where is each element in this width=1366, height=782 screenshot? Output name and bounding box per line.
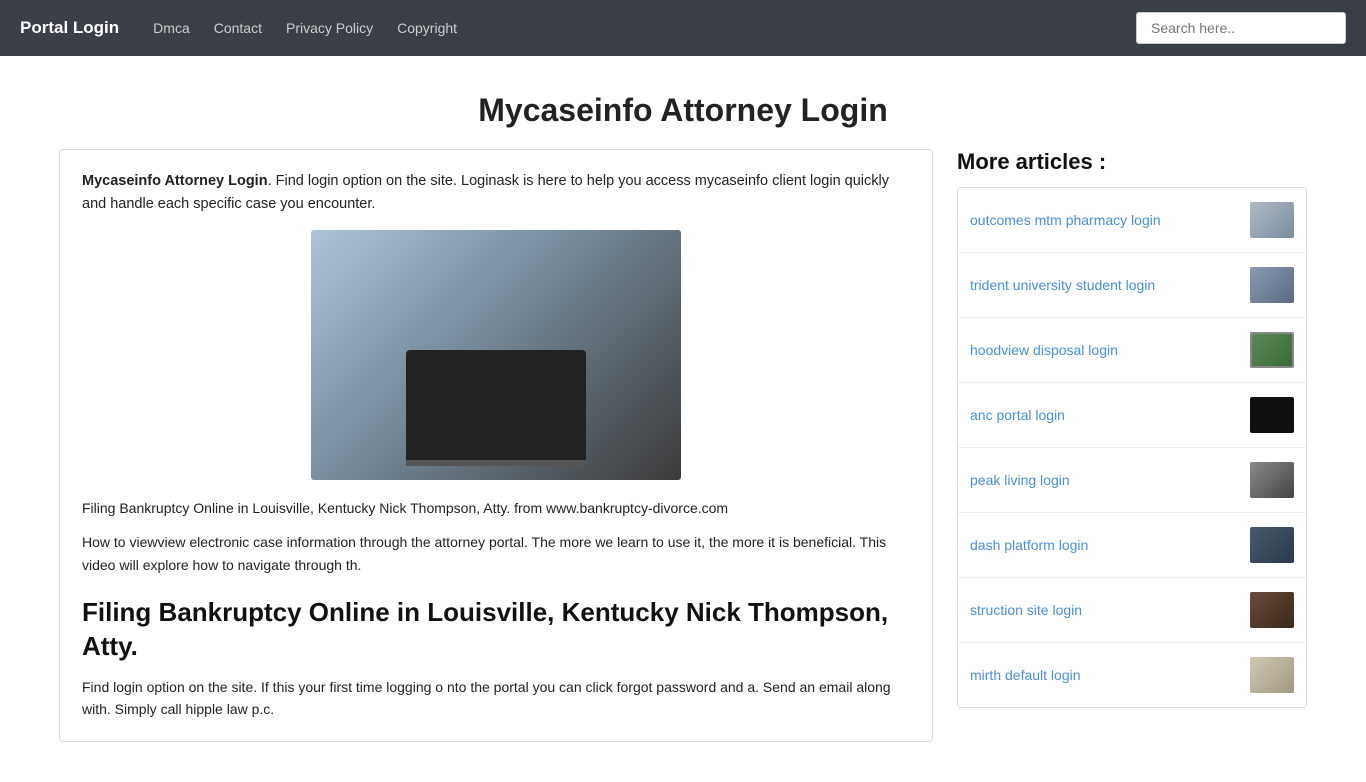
article-item: hoodview disposal login [958,318,1306,383]
article-item: struction site login [958,578,1306,643]
search-input[interactable] [1136,12,1346,44]
article-thumb-1 [1250,267,1294,303]
article-item: mirth default login [958,643,1306,707]
article-item: peak living login [958,448,1306,513]
article-thumb-2 [1250,332,1294,368]
article-item: outcomes mtm pharmacy login [958,188,1306,253]
article-item: trident university student login [958,253,1306,318]
more-articles-title: More articles : [957,149,1307,175]
article-link-4[interactable]: peak living login [970,472,1240,488]
article-link-5[interactable]: dash platform login [970,537,1240,553]
sidebar: More articles : outcomes mtm pharmacy lo… [957,149,1307,742]
article-thumb-3 [1250,397,1294,433]
article-list: outcomes mtm pharmacy login trident unive… [957,187,1307,708]
article-item: dash platform login [958,513,1306,578]
intro-paragraph: Mycaseinfo Attorney Login. Find login op… [82,170,910,216]
article-link-3[interactable]: anc portal login [970,407,1240,423]
section-body: Find login option on the site. If this y… [82,676,910,721]
article-link-0[interactable]: outcomes mtm pharmacy login [970,212,1240,228]
nav-link-privacy[interactable]: Privacy Policy [286,20,373,36]
article-link-2[interactable]: hoodview disposal login [970,342,1240,358]
article-thumb-7 [1250,657,1294,693]
article-link-6[interactable]: struction site login [970,602,1240,618]
article-thumb-0 [1250,202,1294,238]
content-area: Mycaseinfo Attorney Login. Find login op… [43,149,1323,782]
caption-2: How to viewview electronic case informat… [82,531,910,576]
main-column: Mycaseinfo Attorney Login. Find login op… [59,149,933,742]
article-link-1[interactable]: trident university student login [970,277,1240,293]
page-title: Mycaseinfo Attorney Login [0,92,1366,129]
nav-link-copyright[interactable]: Copyright [397,20,457,36]
nav-link-dmca[interactable]: Dmca [153,20,190,36]
section-heading: Filing Bankruptcy Online in Louisville, … [82,596,910,664]
navbar: Portal Login Dmca Contact Privacy Policy… [0,0,1366,56]
intro-bold: Mycaseinfo Attorney Login [82,173,268,189]
brand-logo[interactable]: Portal Login [20,18,119,38]
article-item: anc portal login [958,383,1306,448]
article-thumb-5 [1250,527,1294,563]
hero-image [311,230,681,480]
search-box [1136,12,1346,44]
article-link-7[interactable]: mirth default login [970,667,1240,683]
article-thumb-4 [1250,462,1294,498]
article-thumb-6 [1250,592,1294,628]
nav-link-contact[interactable]: Contact [214,20,262,36]
caption-1: Filing Bankruptcy Online in Louisville, … [82,498,910,519]
